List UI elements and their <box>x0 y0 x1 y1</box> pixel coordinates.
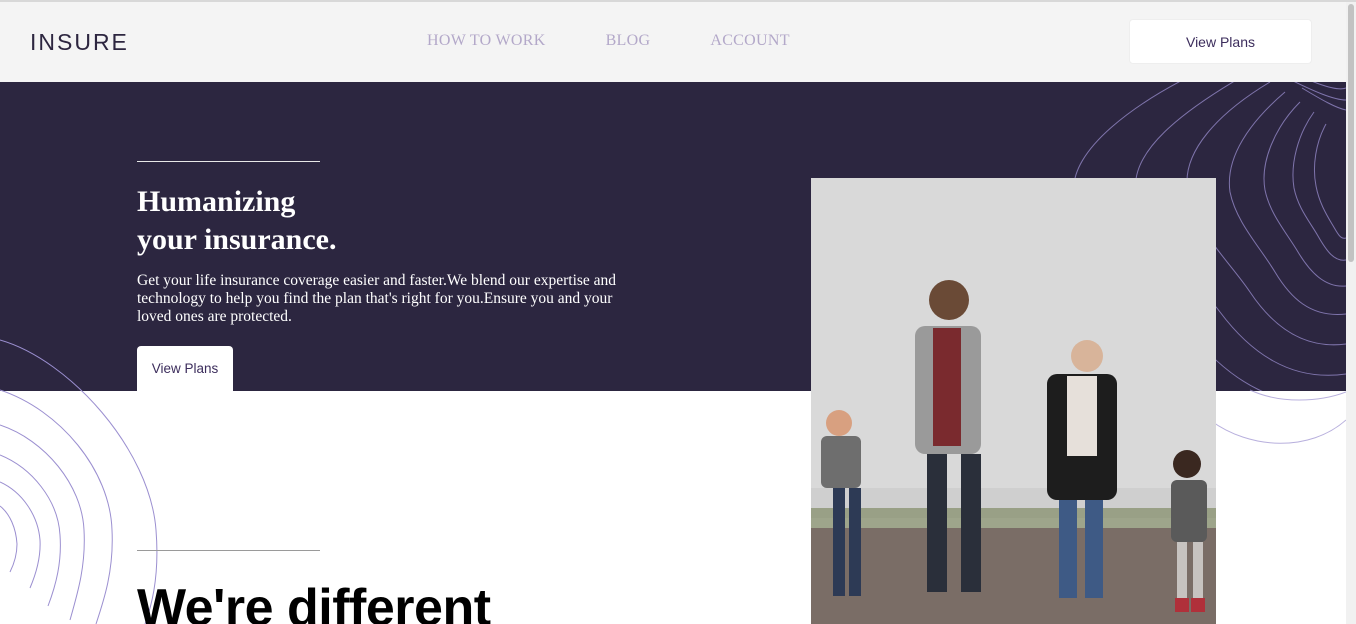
nav-link-account[interactable]: ACCOUNT <box>710 32 789 50</box>
hero-title: Humanizing your insurance. <box>137 183 336 259</box>
page-scrollbar-thumb[interactable] <box>1348 4 1354 262</box>
header-view-plans-button[interactable]: View Plans <box>1129 19 1312 64</box>
nav-link-how-to-work[interactable]: HOW TO WORK <box>427 32 546 50</box>
site-header: INSURE HOW TO WORK BLOG ACCOUNT View Pla… <box>0 2 1346 82</box>
hero-title-line-1: Humanizing <box>137 185 296 218</box>
main-nav: HOW TO WORK BLOG ACCOUNT <box>427 32 790 50</box>
hero-description: Get your life insurance coverage easier … <box>137 272 617 325</box>
family-photo <box>811 178 1216 624</box>
family-photo-illustration <box>811 178 1216 624</box>
brand-logo[interactable]: INSURE <box>30 29 129 56</box>
right-topography-pattern <box>1210 389 1346 444</box>
section-title: We're different <box>137 579 491 624</box>
hero-decorative-rule <box>137 161 320 162</box>
section-decorative-rule <box>137 550 320 551</box>
hero-title-line-2: your insurance. <box>137 223 337 256</box>
nav-link-blog[interactable]: BLOG <box>606 32 651 50</box>
